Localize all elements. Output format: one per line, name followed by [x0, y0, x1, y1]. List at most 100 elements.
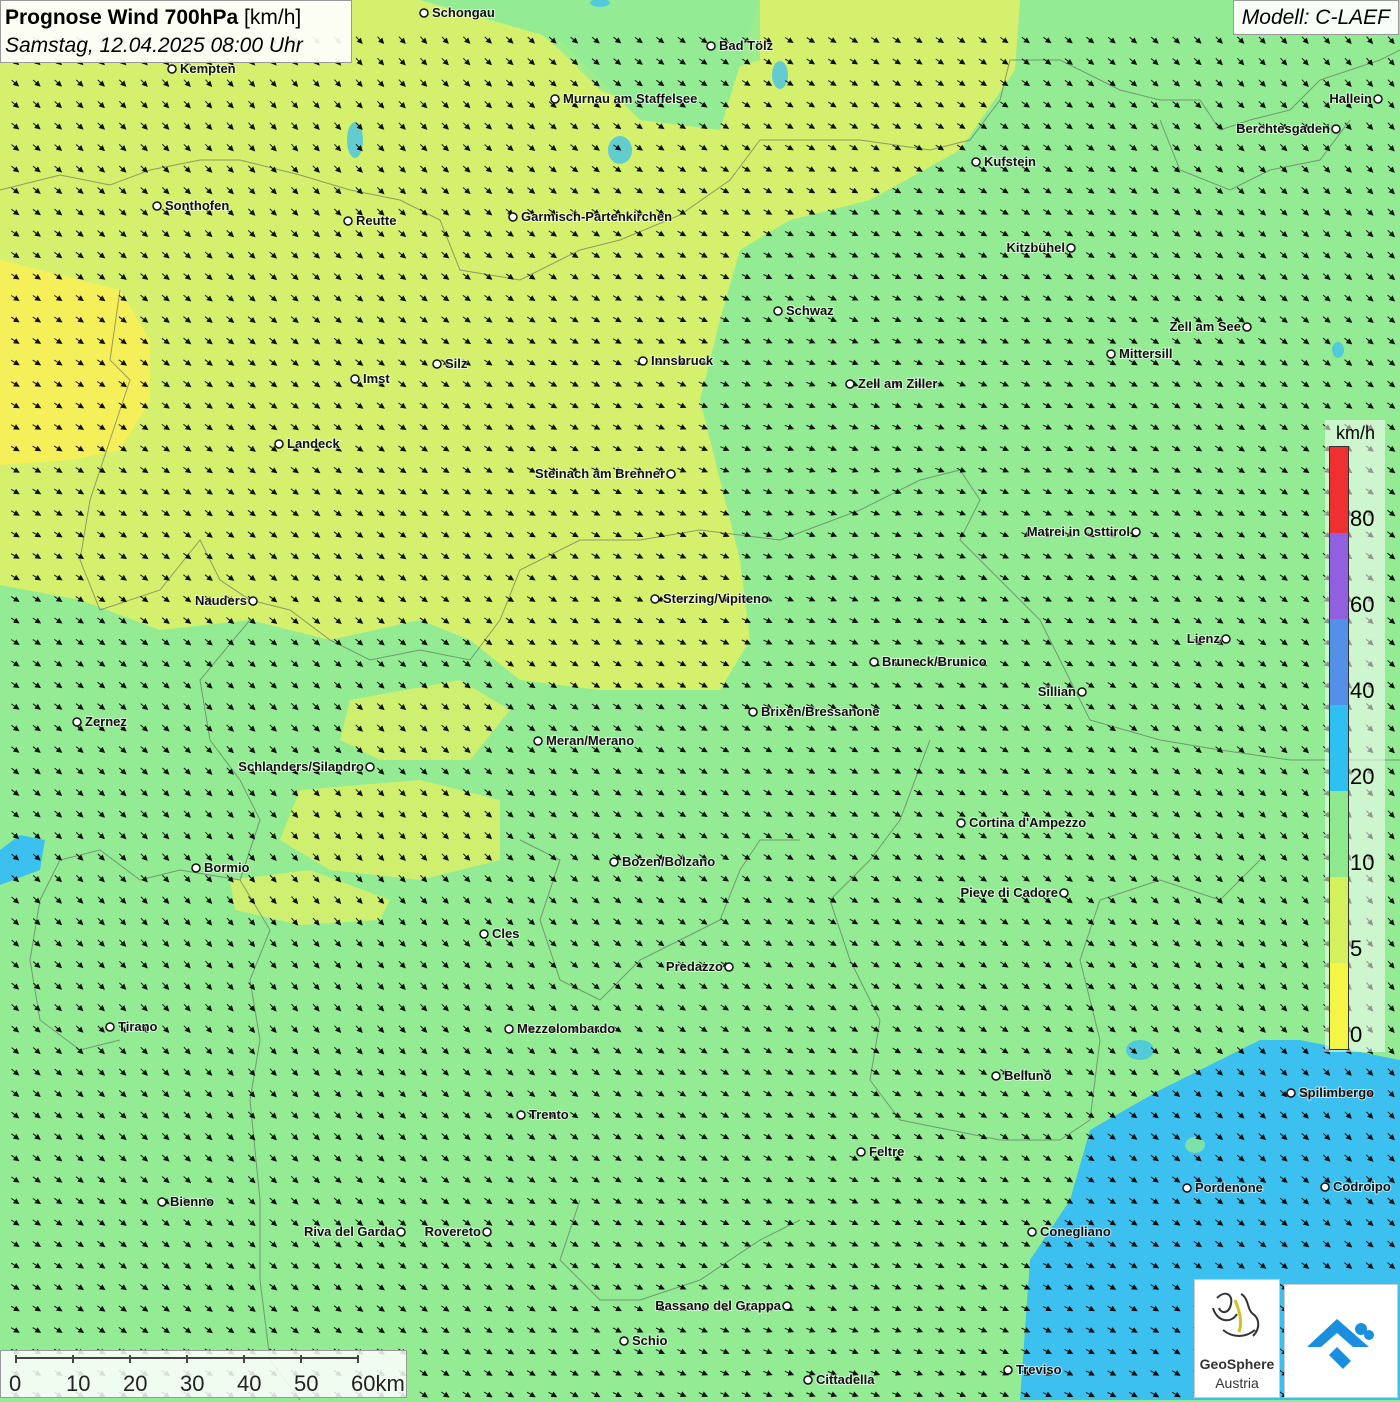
city-dot	[419, 8, 429, 18]
city-label: Schlanders/Silandro	[238, 759, 364, 774]
app-logo-icon	[1307, 1319, 1374, 1369]
city-label: Treviso	[1016, 1362, 1062, 1377]
city-label: Schongau	[432, 5, 495, 20]
city-dot	[350, 374, 360, 384]
scale-tick	[15, 1355, 17, 1363]
city-dot	[1373, 94, 1383, 104]
city-dot	[650, 594, 660, 604]
city-marker: Bozen/Bolzano	[609, 853, 716, 870]
city-label: Predazzo	[666, 959, 723, 974]
city-marker: Mezzolombardo	[504, 1020, 616, 1037]
scale-tick	[300, 1355, 302, 1363]
city-dot	[619, 1336, 629, 1346]
city-dot	[1286, 1088, 1296, 1098]
city-dot	[508, 212, 518, 222]
forecast-datetime: Samstag, 12.04.2025 08:00 Uhr	[5, 34, 303, 57]
city-dot	[1003, 1365, 1013, 1375]
city-label: Riva del Garda	[304, 1224, 396, 1239]
legend-label: 5	[1350, 936, 1363, 961]
city-marker: Berchtesgaden	[1235, 120, 1341, 137]
city-marker: Matrei in Osttirol	[1026, 523, 1141, 540]
legend-swatch	[1330, 963, 1348, 1049]
city-label: Spilimbergo	[1299, 1085, 1374, 1100]
map-title: Prognose Wind 700hPa [km/h]	[5, 4, 347, 32]
city-dot	[1106, 349, 1116, 359]
app-logo[interactable]	[1284, 1284, 1398, 1398]
title-box: Prognose Wind 700hPa [km/h] Samstag, 12.…	[0, 0, 352, 63]
city-dot	[782, 1301, 792, 1311]
city-dot	[991, 1071, 1001, 1081]
city-marker: Meran/Merano	[533, 732, 635, 749]
city-dot	[1027, 1227, 1037, 1237]
city-marker: Schongau	[419, 4, 496, 21]
city-label: Conegliano	[1040, 1224, 1111, 1239]
model-label: Modell: C-LAEF	[1232, 0, 1399, 35]
scale-tick	[186, 1355, 188, 1363]
city-dot	[1059, 888, 1069, 898]
scale-label: 10	[66, 1371, 91, 1396]
legend-swatch	[1330, 705, 1348, 791]
legend-swatch	[1330, 619, 1348, 705]
city-dot	[152, 201, 162, 211]
city-label: Hallein	[1329, 91, 1372, 106]
city-dot	[773, 306, 783, 316]
city-dot	[956, 818, 966, 828]
geosphere-country: Austria	[1215, 1375, 1259, 1391]
city-dot	[724, 962, 734, 972]
legend-swatch	[1330, 877, 1348, 963]
legend-label: 40	[1350, 678, 1375, 703]
legend-unit: km/h	[1336, 423, 1376, 443]
title-main: Prognose Wind 700hPa	[5, 6, 239, 29]
city-label: Innsbruck	[651, 353, 714, 368]
city-label: Cles	[492, 926, 519, 941]
scale-tick	[129, 1355, 131, 1363]
city-label: Bozen/Bolzano	[622, 854, 715, 869]
city-label: Zell am See	[1169, 319, 1241, 334]
city-label: Sterzing/Vipiteno	[663, 591, 769, 606]
city-label: Sonthofen	[165, 198, 229, 213]
city-label: Cortina d'Ampezzo	[969, 815, 1086, 830]
scale-label: 40	[237, 1371, 262, 1396]
city-dot	[803, 1375, 813, 1385]
city-marker: Zell am See	[1168, 318, 1252, 335]
city-dot	[191, 863, 201, 873]
city-dot	[706, 41, 716, 51]
city-label: Kufstein	[984, 154, 1036, 169]
city-marker: Pordenone	[1182, 1179, 1264, 1196]
city-label: Zell am Ziller	[858, 376, 937, 391]
city-dot	[1182, 1183, 1192, 1193]
city-label: Garmisch-Partenkirchen	[521, 209, 672, 224]
city-label: Rovereto	[425, 1224, 481, 1239]
city-marker: Garmisch-Partenkirchen	[508, 208, 673, 225]
city-label: Cittadella	[816, 1372, 875, 1387]
city-label: Bruneck/Brunico	[882, 654, 987, 669]
city-marker: Sonthofen	[152, 197, 230, 214]
legend-label: 10	[1350, 850, 1375, 875]
city-marker: Schlanders/Silandro	[237, 758, 375, 775]
geosphere-emblem-icon	[1212, 1292, 1260, 1337]
city-label: Lienz	[1187, 631, 1221, 646]
scale-tick	[357, 1355, 359, 1363]
scale-bar: 0 10 20 30 40 50 60km	[0, 1350, 407, 1398]
geosphere-logo[interactable]: GeoSphere Austria	[1194, 1279, 1280, 1398]
legend-label: 20	[1350, 764, 1375, 789]
legend-swatch	[1330, 533, 1348, 619]
city-dot	[479, 929, 489, 939]
city-label: Landeck	[287, 436, 341, 451]
city-marker: Bassano del Grappa	[654, 1297, 792, 1314]
city-dot	[167, 64, 177, 74]
city-dot	[550, 94, 560, 104]
city-dot	[845, 379, 855, 389]
city-label: Kitzbühel	[1007, 240, 1066, 255]
legend-swatch	[1330, 791, 1348, 877]
city-dot	[248, 596, 258, 606]
city-dot	[105, 1022, 115, 1032]
city-marker: Bruneck/Brunico	[869, 653, 988, 670]
city-dot	[666, 469, 676, 479]
wind-map: Schongau Bad Tölz Kempten Hallein Murnau am …	[0, 0, 1400, 1400]
city-label: Brixen/Bressanone	[761, 704, 880, 719]
city-label: Bad Tölz	[719, 38, 774, 53]
city-marker: Predazzo	[665, 958, 734, 975]
city-dot	[609, 857, 619, 867]
scale-label: 0	[9, 1371, 22, 1396]
